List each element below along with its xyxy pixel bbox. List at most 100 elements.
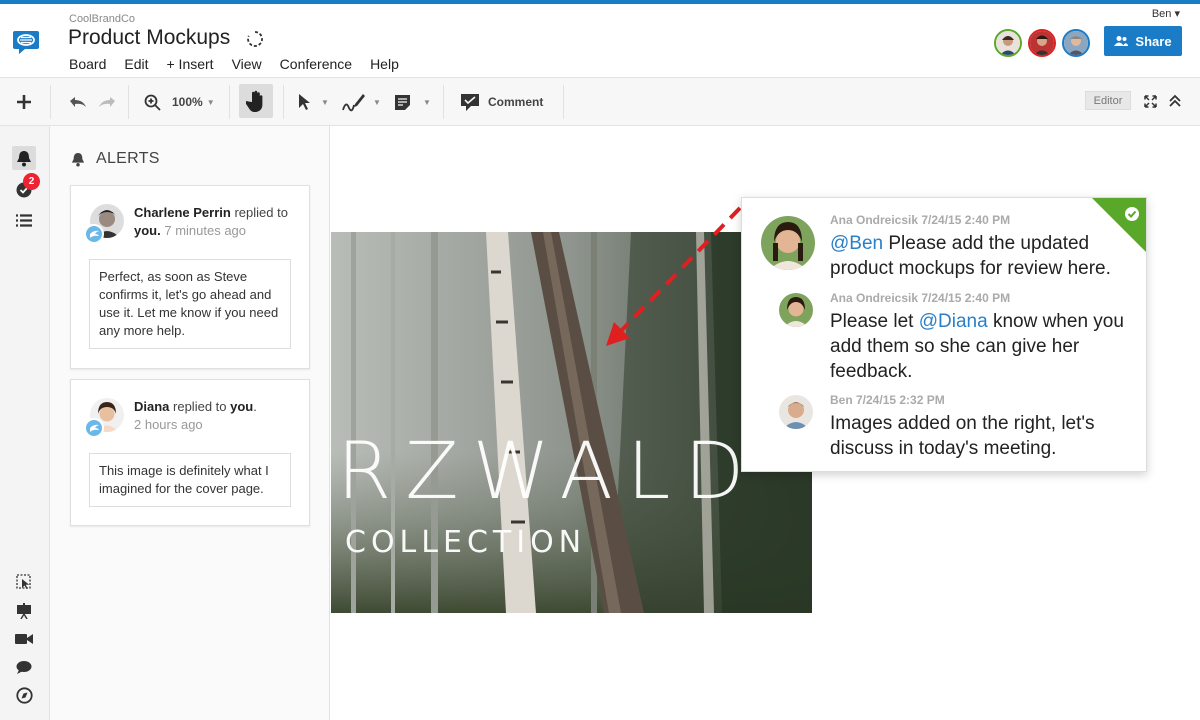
cover-title-text: RZWALD bbox=[337, 427, 759, 517]
sticky-note-icon bbox=[395, 94, 410, 110]
menu-help[interactable]: Help bbox=[370, 56, 399, 72]
alert-message: Perfect, as soon as Steve confirms it, l… bbox=[89, 259, 291, 349]
avatar bbox=[779, 395, 813, 429]
list-icon bbox=[16, 213, 32, 227]
select-tool-button[interactable]: ▼ bbox=[298, 91, 329, 113]
people-icon bbox=[1114, 36, 1129, 46]
video-camera-icon bbox=[15, 634, 33, 644]
alert-target: you. bbox=[134, 223, 161, 238]
app-header: CoolBrandCo Product Mockups Board Edit +… bbox=[0, 4, 1200, 78]
share-button[interactable]: Share bbox=[1104, 26, 1182, 56]
undo-button[interactable] bbox=[68, 91, 88, 113]
pen-tool-button[interactable]: ▼ bbox=[341, 91, 381, 113]
alert-header: Diana replied to you. 2 hours ago bbox=[134, 398, 299, 434]
compass-icon bbox=[15, 686, 33, 704]
chevron-down-icon: ▼ bbox=[321, 97, 329, 107]
navigate-tab[interactable] bbox=[14, 685, 34, 705]
annotation-arrow[interactable] bbox=[600, 200, 750, 350]
tasks-badge: 2 bbox=[23, 173, 40, 190]
alerts-tab[interactable] bbox=[12, 146, 36, 170]
alert-action: replied to bbox=[230, 205, 288, 220]
zoom-level: 100% bbox=[172, 95, 203, 109]
toolbar-divider bbox=[283, 85, 284, 119]
mention-link[interactable]: @Ben bbox=[830, 233, 883, 254]
cover-subtitle-text: COLLECTION bbox=[345, 525, 587, 560]
menu-view[interactable]: View bbox=[232, 56, 262, 72]
alert-punctuation: . bbox=[253, 399, 257, 414]
avatar bbox=[761, 216, 815, 270]
hand-icon bbox=[246, 90, 263, 112]
bell-icon bbox=[71, 152, 85, 167]
menu-insert[interactable]: + Insert bbox=[166, 56, 213, 72]
note-tool-button[interactable]: ▼ bbox=[394, 91, 431, 113]
plus-icon bbox=[17, 95, 31, 109]
message-text: @Ben Please add the updated product mock… bbox=[830, 231, 1130, 281]
alert-author[interactable]: Charlene Perrin bbox=[134, 205, 231, 220]
alert-target: you bbox=[230, 399, 254, 414]
fullscreen-icon[interactable] bbox=[1144, 95, 1157, 108]
app-logo-icon[interactable] bbox=[12, 29, 40, 55]
comment-label: Comment bbox=[488, 95, 544, 109]
chevron-down-icon: ▼ bbox=[206, 97, 215, 107]
undo-icon bbox=[70, 97, 86, 107]
redo-button[interactable] bbox=[97, 91, 117, 113]
pen-icon bbox=[342, 94, 365, 112]
pan-tool-button[interactable] bbox=[239, 84, 273, 118]
message-meta: Ana Ondreicsik 7/24/15 2:40 PM bbox=[830, 213, 1011, 227]
alert-action: replied to bbox=[169, 399, 231, 414]
reply-icon bbox=[84, 224, 104, 244]
outline-tab[interactable] bbox=[14, 210, 34, 230]
video-tab[interactable] bbox=[14, 629, 34, 649]
chevron-down-icon: ▼ bbox=[423, 97, 431, 107]
company-name: CoolBrandCo bbox=[69, 13, 136, 25]
alerts-heading: ALERTS bbox=[96, 150, 160, 167]
presentation-tab[interactable] bbox=[14, 601, 34, 621]
message-text: Images added on the right, let's discuss… bbox=[830, 413, 1095, 459]
board-title[interactable]: Product Mockups bbox=[68, 26, 230, 50]
mention-link[interactable]: @Diana bbox=[919, 311, 988, 332]
menu-edit[interactable]: Edit bbox=[124, 56, 148, 72]
avatar[interactable] bbox=[1062, 29, 1090, 57]
toolbar-divider bbox=[443, 85, 444, 119]
alerts-panel: ALERTS Charlene Perrin replied to you. 7… bbox=[50, 126, 330, 720]
select-area-icon bbox=[16, 574, 31, 589]
presentation-icon bbox=[17, 603, 31, 619]
reply-icon bbox=[84, 418, 104, 438]
pointer-icon bbox=[299, 94, 310, 110]
message-meta: Ana Ondreicsik 7/24/15 2:40 PM bbox=[830, 291, 1011, 305]
bell-icon bbox=[17, 150, 31, 166]
comment-button[interactable]: Comment bbox=[460, 91, 543, 113]
chevron-down-icon: ▼ bbox=[373, 97, 381, 107]
alert-card[interactable]: Diana replied to you. 2 hours ago This im… bbox=[70, 379, 310, 526]
toolbar-divider bbox=[563, 85, 564, 119]
menu-conference[interactable]: Conference bbox=[280, 56, 352, 72]
message-meta: Ben 7/24/15 2:32 PM bbox=[830, 393, 945, 407]
collaborator-avatars bbox=[994, 29, 1090, 57]
editor-role-badge[interactable]: Editor bbox=[1085, 91, 1131, 110]
collapse-toolbar-icon[interactable] bbox=[1168, 94, 1182, 108]
selection-tool[interactable] bbox=[14, 572, 34, 592]
avatar[interactable] bbox=[994, 29, 1022, 57]
message-text: Please let @Diana know when you add them… bbox=[830, 309, 1135, 384]
menu-board[interactable]: Board bbox=[69, 56, 106, 72]
toolbar-divider bbox=[50, 85, 51, 119]
alert-time: 2 hours ago bbox=[134, 417, 203, 432]
message-body: Please let bbox=[830, 311, 919, 332]
alert-time: 7 minutes ago bbox=[160, 223, 247, 238]
share-label: Share bbox=[1135, 33, 1172, 49]
avatar[interactable] bbox=[1028, 29, 1056, 57]
check-circle-icon[interactable] bbox=[1124, 206, 1140, 222]
left-rail: 2 bbox=[0, 126, 50, 720]
toolbar: 100% ▼ ▼ ▼ ▼ Comment Editor bbox=[0, 78, 1200, 126]
redo-icon bbox=[99, 97, 115, 107]
chat-tab[interactable] bbox=[14, 657, 34, 677]
toolbar-divider bbox=[128, 85, 129, 119]
zoom-control[interactable]: 100% ▼ bbox=[144, 91, 215, 113]
add-button[interactable] bbox=[15, 91, 33, 113]
comment-thread[interactable]: Ana Ondreicsik 7/24/15 2:40 PM @Ben Plea… bbox=[741, 197, 1147, 472]
alert-message: This image is definitely what I imagined… bbox=[89, 453, 291, 507]
zoom-in-icon bbox=[144, 94, 161, 111]
alert-author[interactable]: Diana bbox=[134, 399, 169, 414]
alert-card[interactable]: Charlene Perrin replied to you. 7 minute… bbox=[70, 185, 310, 369]
user-menu[interactable]: Ben ▾ bbox=[1152, 7, 1180, 20]
